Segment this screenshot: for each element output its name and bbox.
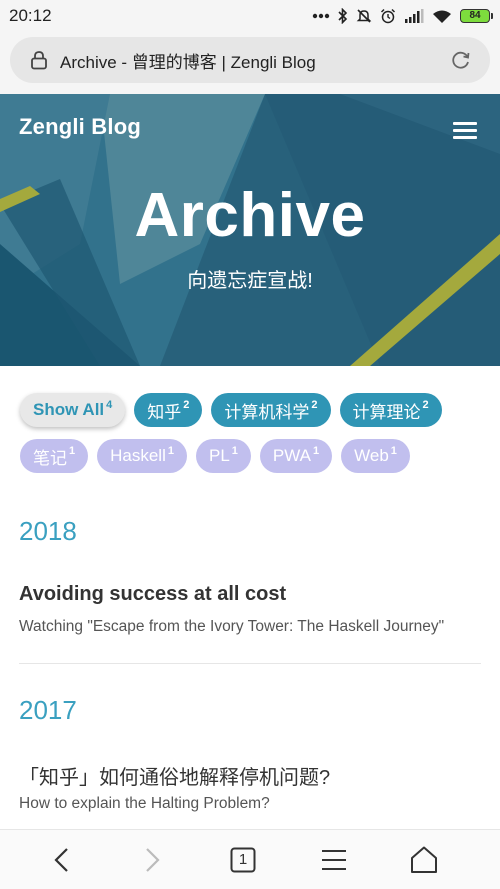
menu-bar (453, 136, 477, 139)
menu-icon[interactable] (453, 122, 477, 140)
tag-row: Show All 4 知乎 2 计算机科学 2 计算理论 2 (20, 393, 490, 427)
archive-year-heading: 2018 (19, 516, 77, 546)
tag-zhihu[interactable]: 知乎 2 (134, 393, 203, 427)
post-subtitle[interactable]: How to explain the Halting Problem? (19, 795, 270, 813)
tag-count: 1 (69, 445, 76, 457)
menu-lines-icon[interactable] (318, 844, 350, 876)
divider (19, 663, 481, 664)
status-icons: 84 (312, 8, 493, 24)
tag-theory-of-computation[interactable]: 计算理论 2 (339, 393, 442, 427)
tag-count: 4 (106, 399, 113, 411)
tag-count: 1 (313, 445, 320, 457)
post-subtitle[interactable]: Watching "Escape from the Ivory Tower: T… (19, 618, 444, 636)
tag-count: 2 (422, 399, 429, 411)
tag-label: 计算机科学 (224, 402, 310, 422)
home-icon[interactable] (408, 844, 440, 876)
status-bar: 20:12 84 (0, 0, 500, 32)
back-arrow-icon[interactable] (46, 844, 78, 876)
menu-bar (453, 129, 477, 132)
tag-show-all[interactable]: Show All 4 (20, 393, 126, 427)
post-title-link[interactable]: 「知乎」如何通俗地解释停机问题? (19, 761, 330, 790)
signal-icon (405, 9, 424, 23)
tag-notes[interactable]: 笔记 1 (20, 439, 89, 473)
tag-count: 2 (183, 399, 190, 411)
tag-count: 1 (231, 445, 238, 457)
tag-pl[interactable]: PL 1 (196, 439, 251, 473)
tag-cloud: Show All 4 知乎 2 计算机科学 2 计算理论 2 笔记 1 Haskell 1 … (20, 393, 490, 485)
site-title[interactable]: Zengli Blog (19, 114, 141, 140)
tab-count: 1 (238, 851, 248, 868)
lock-icon (31, 51, 47, 70)
status-time: 20:12 (9, 6, 52, 25)
tag-label: Haskell (110, 446, 166, 465)
tag-count: 2 (311, 399, 318, 411)
tag-web[interactable]: Web 1 (341, 439, 410, 473)
tag-row: 笔记 1 Haskell 1 PL 1 PWA 1 Web 1 (20, 439, 490, 473)
wifi-icon (433, 10, 451, 23)
browser-chrome: Archive - 曾理的博客 | Zengli Blog (0, 32, 500, 94)
forward-arrow-icon[interactable] (136, 844, 168, 876)
mute-icon (356, 9, 372, 23)
battery-icon: 84 (460, 9, 493, 23)
dots-icon (312, 13, 330, 19)
address-text[interactable]: Archive - 曾理的博客 | Zengli Blog (60, 48, 450, 73)
tag-pwa[interactable]: PWA 1 (259, 439, 333, 473)
menu-bar (453, 122, 477, 125)
tag-label: 计算理论 (352, 402, 421, 422)
page: 20:12 84 Archive - 曾理的博客 | Zengli Blog Z… (0, 0, 500, 889)
battery-level: 84 (469, 10, 481, 21)
tag-label: PL (209, 446, 230, 465)
tag-haskell[interactable]: Haskell 1 (97, 439, 187, 473)
address-bar[interactable]: Archive - 曾理的博客 | Zengli Blog (10, 37, 490, 83)
tag-label: 知乎 (147, 402, 182, 422)
bluetooth-icon (338, 8, 348, 24)
tag-label: 笔记 (33, 448, 67, 468)
bottom-nav: 1 (0, 829, 500, 889)
tag-label: Web (354, 446, 389, 465)
tag-count: 1 (390, 445, 397, 457)
tag-label: PWA (272, 446, 312, 465)
tabs-button[interactable]: 1 (227, 844, 259, 876)
tag-computer-science[interactable]: 计算机科学 2 (211, 393, 331, 427)
tag-label: Show All (33, 400, 105, 419)
page-title: Archive (134, 181, 366, 250)
page-subtitle: 向遗忘症宣战! (187, 270, 313, 292)
reload-icon[interactable] (450, 49, 472, 71)
alarm-icon (380, 8, 396, 24)
tag-count: 1 (167, 445, 174, 457)
archive-year-heading: 2017 (19, 695, 77, 725)
post-title-link[interactable]: Avoiding success at all cost (19, 583, 286, 606)
